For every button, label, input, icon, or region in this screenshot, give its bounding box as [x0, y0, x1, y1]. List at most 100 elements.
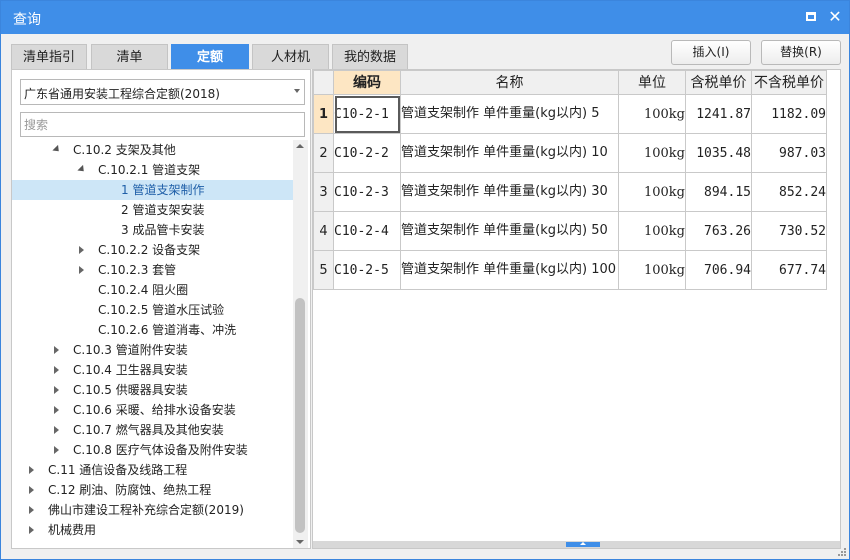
tree-node-label: C.10.2.6 管道消毒、冲洗: [98, 323, 237, 337]
tax-price-cell[interactable]: 894.15: [685, 172, 752, 212]
row-number-cell[interactable]: 1: [313, 94, 334, 134]
tree-node[interactable]: 佛山市建设工程补充综合定额(2019): [12, 500, 294, 520]
unit-cell[interactable]: 100kg: [618, 172, 686, 212]
query-dialog: 查询 ✕ 清单指引 清单 定额 人材机 我的数据 插入(I) 替换(R) 广东省…: [0, 0, 850, 560]
code-cell[interactable]: C10-2-5: [333, 250, 401, 290]
table-horizontal-scrollbar[interactable]: [313, 541, 840, 548]
tree-node[interactable]: C.10.6 采暖、给排水设备安装: [12, 400, 294, 420]
tax-price-cell[interactable]: 1035.48: [685, 133, 752, 173]
name-cell[interactable]: 管道支架制作 单件重量(kg以内) 100: [400, 250, 619, 290]
close-icon[interactable]: ✕: [827, 9, 843, 25]
row-number-cell[interactable]: 2: [313, 133, 334, 173]
tab-labor-material-machine[interactable]: 人材机: [252, 44, 329, 69]
notax-price-cell[interactable]: 677.74: [751, 250, 827, 290]
expand-arrow-icon[interactable]: [54, 346, 59, 354]
tree-node[interactable]: 2 管道支架安装: [12, 200, 294, 220]
code-cell[interactable]: C10-2-1: [333, 94, 401, 134]
tab-bill-guide[interactable]: 清单指引: [11, 44, 87, 69]
table-row[interactable]: 2 C10-2-2 管道支架制作 单件重量(kg以内) 10 100kg 1035.48…: [313, 133, 827, 173]
notax-price-cell[interactable]: 987.03: [751, 133, 827, 173]
search-input[interactable]: [20, 112, 305, 137]
tree-node[interactable]: C.10.2.4 阻火圈: [12, 280, 294, 300]
notax-price-cell[interactable]: 852.24: [751, 172, 827, 212]
tax-price-cell[interactable]: 1241.87: [685, 94, 752, 134]
unit-cell[interactable]: 100kg: [618, 133, 686, 173]
tree-node-label: C.10.2.3 套管: [98, 263, 177, 277]
code-cell[interactable]: C10-2-4: [333, 211, 401, 251]
tree-node[interactable]: C.10.2.6 管道消毒、冲洗: [12, 320, 294, 340]
tree-node[interactable]: C.10.7 燃气器具及其他安装: [12, 420, 294, 440]
tree-node-label: 3 成品管卡安装: [121, 223, 205, 237]
unit-cell[interactable]: 100kg: [618, 250, 686, 290]
tree-node[interactable]: C.10.5 供暖器具安装: [12, 380, 294, 400]
resize-grip-icon[interactable]: [837, 547, 847, 557]
expand-arrow-icon[interactable]: [54, 366, 59, 374]
expand-arrow-icon[interactable]: [54, 426, 59, 434]
expand-arrow-icon[interactable]: [29, 486, 34, 494]
quota-table-panel: 编码 名称 单位 含税单价 不含税单价 1 C10-2-1 管道支架制作 单件重量(…: [312, 69, 841, 549]
table-row[interactable]: 4 C10-2-4 管道支架制作 单件重量(kg以内) 50 100kg 763.26 7…: [313, 211, 827, 251]
tree-scrollbar[interactable]: [293, 140, 308, 548]
name-cell[interactable]: 管道支架制作 单件重量(kg以内) 10: [400, 133, 619, 173]
tab-quota[interactable]: 定额: [171, 44, 249, 69]
tab-my-data[interactable]: 我的数据: [332, 44, 408, 69]
name-cell[interactable]: 管道支架制作 单件重量(kg以内) 30: [400, 172, 619, 212]
notax-price-cell[interactable]: 1182.09: [751, 94, 827, 134]
scroll-thumb[interactable]: [295, 298, 305, 533]
expand-arrow-icon[interactable]: [54, 406, 59, 414]
name-column-header[interactable]: 名称: [400, 70, 619, 95]
tree-node[interactable]: C.10.2.5 管道水压试验: [12, 300, 294, 320]
tax-price-column-header[interactable]: 含税单价: [685, 70, 752, 95]
tree-node[interactable]: 1 管道支架制作: [12, 180, 294, 200]
expand-arrow-icon[interactable]: [29, 526, 34, 534]
tree-node[interactable]: C.10.4 卫生器具安装: [12, 360, 294, 380]
notax-price-cell[interactable]: 730.52: [751, 211, 827, 251]
row-number-cell[interactable]: 4: [313, 211, 334, 251]
table-row[interactable]: 3 C10-2-3 管道支架制作 单件重量(kg以内) 30 100kg 894.15 8…: [313, 172, 827, 212]
table-row[interactable]: 1 C10-2-1 管道支架制作 单件重量(kg以内) 5 100kg 1241.87 1…: [313, 94, 827, 134]
tree-node[interactable]: C.11 通信设备及线路工程: [12, 460, 294, 480]
scroll-handle[interactable]: [566, 542, 600, 547]
expand-arrow-icon[interactable]: [54, 446, 59, 454]
row-number-header: [313, 70, 334, 95]
name-cell[interactable]: 管道支架制作 单件重量(kg以内) 5: [400, 94, 619, 134]
code-column-header[interactable]: 编码: [333, 70, 401, 95]
notax-price-column-header[interactable]: 不含税单价: [751, 70, 827, 95]
expand-arrow-icon[interactable]: [79, 246, 84, 254]
unit-cell[interactable]: 100kg: [618, 94, 686, 134]
library-select[interactable]: 广东省通用安装工程综合定额(2018): [20, 79, 305, 105]
table-row[interactable]: 5 C10-2-5 管道支架制作 单件重量(kg以内) 100 100kg 706.94…: [313, 250, 827, 290]
tree-node[interactable]: C.10.2.2 设备支架: [12, 240, 294, 260]
tax-price-cell[interactable]: 706.94: [685, 250, 752, 290]
tree-node[interactable]: C.10.3 管道附件安装: [12, 340, 294, 360]
tree-node[interactable]: C.10.2.1 管道支架: [12, 160, 294, 180]
maximize-icon[interactable]: [803, 9, 819, 25]
tab-bill[interactable]: 清单: [91, 44, 168, 69]
code-cell[interactable]: C10-2-2: [333, 133, 401, 173]
scroll-down-icon[interactable]: [296, 540, 304, 544]
expand-arrow-icon[interactable]: [29, 506, 34, 514]
code-cell[interactable]: C10-2-3: [333, 172, 401, 212]
collapse-arrow-icon[interactable]: [77, 164, 87, 175]
title-bar[interactable]: 查询 ✕: [1, 1, 849, 34]
insert-button[interactable]: 插入(I): [671, 40, 751, 65]
tree-node[interactable]: C.10.8 医疗气体设备及附件安装: [12, 440, 294, 460]
tree-node[interactable]: 3 成品管卡安装: [12, 220, 294, 240]
name-cell[interactable]: 管道支架制作 单件重量(kg以内) 50: [400, 211, 619, 251]
row-number-cell[interactable]: 5: [313, 250, 334, 290]
expand-arrow-icon[interactable]: [79, 266, 84, 274]
expand-arrow-icon[interactable]: [54, 386, 59, 394]
row-number-cell[interactable]: 3: [313, 172, 334, 212]
tree-node[interactable]: 机械费用: [12, 520, 294, 540]
tax-price-cell[interactable]: 763.26: [685, 211, 752, 251]
unit-cell[interactable]: 100kg: [618, 211, 686, 251]
tree-node[interactable]: C.10.2.3 套管: [12, 260, 294, 280]
expand-arrow-icon[interactable]: [29, 466, 34, 474]
unit-column-header[interactable]: 单位: [618, 70, 686, 95]
tree-node[interactable]: C.10.2 支架及其他: [12, 140, 294, 160]
scroll-up-icon[interactable]: [296, 144, 304, 148]
collapse-arrow-icon[interactable]: [52, 144, 62, 155]
tree-node[interactable]: C.12 刷油、防腐蚀、绝热工程: [12, 480, 294, 500]
chevron-down-icon[interactable]: [294, 89, 300, 93]
replace-button[interactable]: 替换(R): [761, 40, 841, 65]
